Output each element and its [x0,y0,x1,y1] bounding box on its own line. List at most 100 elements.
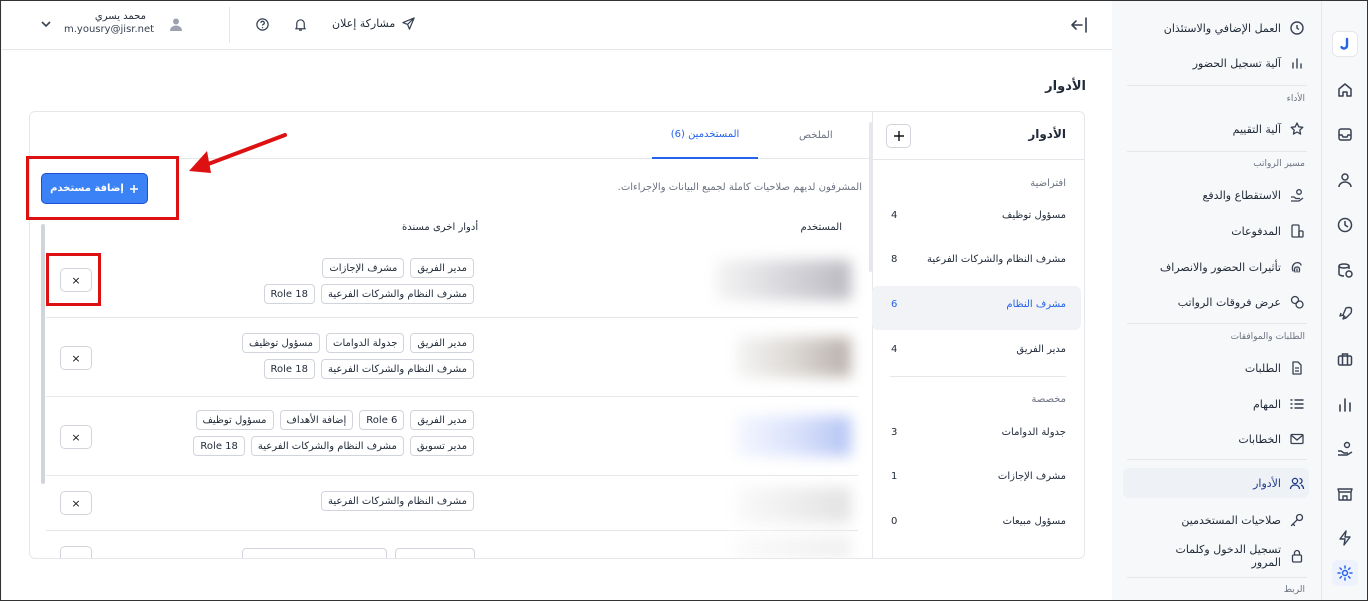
sidebar-item-label: الطلبات [1244,361,1281,375]
divider [1127,323,1307,324]
users-icon [1289,475,1305,491]
chevron-down-icon [40,18,52,30]
role-item-active[interactable]: مشرف النظام 6 [891,284,1066,324]
role-chip [395,548,475,558]
help-icon[interactable] [255,17,270,32]
role-item[interactable]: مشرف النظام والشركات الفرعية 8 [891,239,1066,279]
sidebar-item-salary-differences[interactable]: عرض فروقات الرواتب [1111,287,1321,317]
key-icon [1289,512,1305,528]
tab-users[interactable]: المستخدمين (6) [652,112,758,159]
role-name: مسؤول توظيف [1002,209,1066,221]
user-avatar-blurred [736,536,851,558]
sidebar-item-requests[interactable]: الطلبات [1111,353,1321,383]
role-item[interactable]: جدولة الدوامات 3 [891,412,1066,452]
list-icon [1289,396,1305,412]
role-name: مدير الفريق [1016,343,1066,355]
remove-user-button[interactable]: × [60,425,92,449]
role-name: مسؤول مبيعات [1002,515,1066,527]
user-avatar-blurred [736,416,851,456]
settings-sidebar: العمل الإضافي والاستئذان آلية تسجيل الحض… [1098,1,1321,600]
table-row-partial [46,532,858,558]
user-avatar-blurred [736,337,851,377]
rocket-icon[interactable] [1334,303,1356,325]
role-chips: مدير الفريق جدولة الدوامات مسؤول توظيف م… [234,333,474,379]
icon-rail [1321,1,1367,600]
clock-plus-icon [1289,20,1305,36]
sidebar-item-label: الأدوار [1253,476,1281,490]
annotation-arrow-icon [181,129,291,179]
role-chip: مدير تسويق [409,436,474,456]
user-name: محمد يسري [94,11,146,22]
sidebar-item-label: تسجيل الدخول وكلمات المرور [1175,543,1281,569]
role-name: جدولة الدوامات [1001,426,1066,438]
tab-bar: الملخص المستخدمين (6) [30,112,872,159]
sidebar-item-deductions[interactable]: الاستقطاع والدفع [1111,180,1321,210]
collapse-sidebar-icon[interactable] [1069,15,1089,35]
store-icon[interactable] [1334,483,1356,505]
role-name: مشرف الإجازات [997,470,1066,482]
divider [1127,459,1307,460]
table-row: مدير الفريق جدولة الدوامات مسؤول توظيف م… [46,319,858,397]
role-chip: مدير الفريق [410,258,474,278]
share-label: مشاركة إعلان [332,17,396,30]
top-header: مشاركة إعلان محمد يسري m.yousry@jisr.net [2,1,1112,50]
sidebar-item-login-passwords[interactable]: تسجيل الدخول وكلمات المرور [1111,539,1321,573]
role-chip: مشرف الإجازات [322,258,405,278]
role-chip [242,548,387,558]
table-row: مدير الفريق مشرف الإجازات مشرف النظام وا… [46,248,858,318]
send-icon [401,16,416,31]
remove-user-button[interactable]: × [60,346,92,370]
role-chips: مدير الفريق Role 6 إضافة الأهداف مسؤول ت… [184,410,474,456]
role-item[interactable]: مشرف الإجازات 1 [891,456,1066,496]
sidebar-item-overtime[interactable]: العمل الإضافي والاستئذان [1111,13,1321,43]
tab-summary[interactable]: الملخص [799,130,833,141]
remove-user-button[interactable]: × [60,491,92,515]
role-chips: مشرف النظام والشركات الفرعية [234,491,474,511]
sidebar-item-payments[interactable]: المدفوعات [1111,216,1321,246]
coins-stack-icon[interactable] [1334,259,1356,281]
add-role-button[interactable] [886,124,911,148]
group-label-performance: الأداء [1286,94,1305,104]
role-item[interactable]: مسؤول توظيف 4 [891,195,1066,235]
sidebar-item-label: تأثيرات الحضور والانصراف [1159,260,1281,274]
user-menu[interactable]: محمد يسري m.yousry@jisr.net [38,9,188,41]
group-label-custom: مخصصة [1031,394,1066,405]
bell-icon[interactable] [293,17,308,32]
sidebar-item-evaluation[interactable]: آلية التقييم [1111,114,1321,144]
bolt-icon[interactable] [1334,527,1356,549]
role-chip: Role 18 [193,436,245,456]
jisr-logo-icon[interactable] [1332,31,1358,57]
share-announcement-button[interactable]: مشاركة إعلان [332,16,416,31]
document-icon [1289,360,1305,376]
role-chip: مشرف النظام والشركات الفرعية [320,359,474,379]
role-name: مشرف النظام والشركات الفرعية [926,253,1066,265]
role-count: 4 [891,343,898,355]
role-chip: مشرف النظام والشركات الفرعية [320,284,474,304]
sidebar-item-user-permissions[interactable]: صلاحيات المستخدمين [1111,505,1321,535]
role-item[interactable]: مدير الفريق 4 [891,329,1066,369]
sidebar-item-letters[interactable]: الخطابات [1111,424,1321,454]
role-chip: Role 18 [263,359,315,379]
settings-gear-icon[interactable] [1332,560,1358,586]
analytics-icon[interactable] [1334,394,1356,416]
user-avatar-blurred [736,487,851,523]
annotation-highlight-box [26,156,179,220]
sidebar-item-attendance-effects[interactable]: تأثيرات الحضور والانصراف [1111,252,1321,282]
sidebar-item-roles[interactable]: الأدوار [1123,468,1309,498]
briefcase-icon[interactable] [1334,348,1356,370]
sidebar-item-attendance-mechanism[interactable]: آلية تسجيل الحضور [1111,48,1321,78]
role-count: 3 [891,426,898,438]
role-chip: مسؤول توظيف [195,410,274,430]
person-icon[interactable] [1334,169,1356,191]
sidebar-item-tasks[interactable]: المهام [1111,389,1321,419]
remove-user-button[interactable] [60,546,92,558]
role-item[interactable]: مسؤول مبيعات 0 [891,501,1066,541]
table-scrollbar[interactable] [41,224,45,484]
role-name: مشرف النظام [1006,298,1066,310]
inbox-icon[interactable] [1334,123,1356,145]
home-icon[interactable] [1334,79,1356,101]
clock-icon[interactable] [1334,214,1356,236]
divider [1127,151,1307,152]
hand-money-icon[interactable] [1334,438,1356,460]
description-text: المشرفون لديهم صلاحيات كاملة لجميع البيا… [617,182,862,193]
